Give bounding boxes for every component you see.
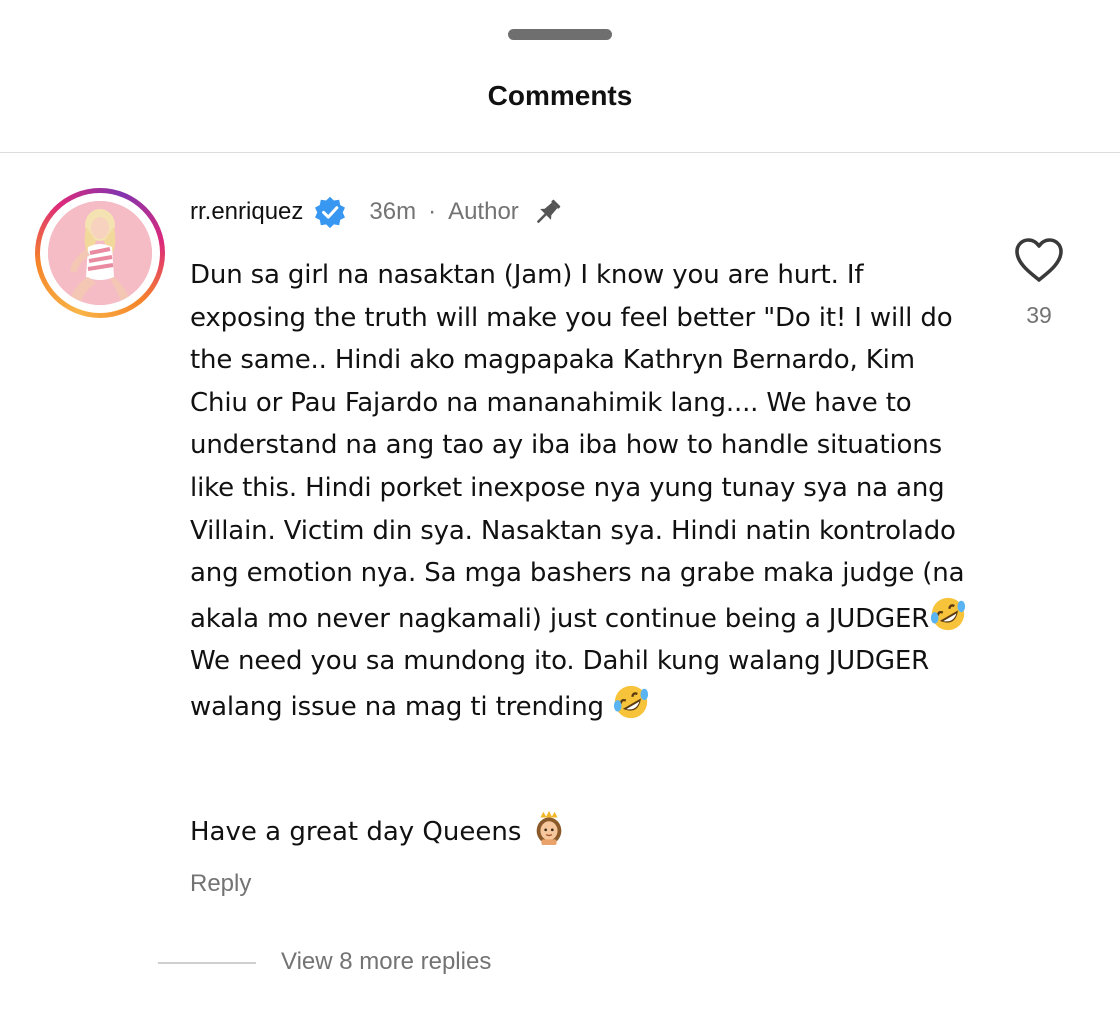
avatar[interactable] (35, 188, 165, 318)
avatar-ring-gap (40, 193, 160, 313)
sheet-title: Comments (487, 80, 633, 111)
drag-handle[interactable] (508, 29, 612, 40)
like-count: 39 (1026, 302, 1052, 328)
princess-emoji (536, 810, 562, 846)
replies-divider-line (158, 962, 256, 964)
username-link[interactable]: rr.enriquez (190, 198, 303, 226)
avatar-photo (48, 201, 152, 305)
rolling-on-floor-laughing-emoji (613, 685, 649, 719)
heart-icon[interactable] (1013, 236, 1065, 284)
author-label: Author (448, 198, 519, 225)
closing-text: Have a great day Queens (190, 817, 530, 847)
comment-text-part-1: Dun sa girl na nasaktan (Jam) I know you… (190, 260, 973, 634)
header-divider (0, 152, 1120, 153)
verified-badge-icon (315, 196, 346, 229)
comment-closing-line: Have a great day Queens (190, 808, 980, 853)
reply-button[interactable]: Reply (190, 870, 251, 898)
pin-icon (536, 199, 561, 223)
meta-separator: · (428, 198, 437, 225)
view-more-replies-button[interactable]: View 8 more replies (281, 948, 491, 976)
comment-text: Dun sa girl na nasaktan (Jam) I know you… (190, 254, 980, 729)
comment-timestamp: 36m (369, 198, 417, 225)
comment-meta: rr.enriquez 36m · Author (190, 194, 565, 230)
comments-sheet: Comments rr.enriquez 36m · Author Dun sa… (0, 0, 1120, 1030)
avatar-photo-illustration (48, 201, 152, 305)
rolling-on-floor-laughing-emoji (931, 597, 966, 630)
